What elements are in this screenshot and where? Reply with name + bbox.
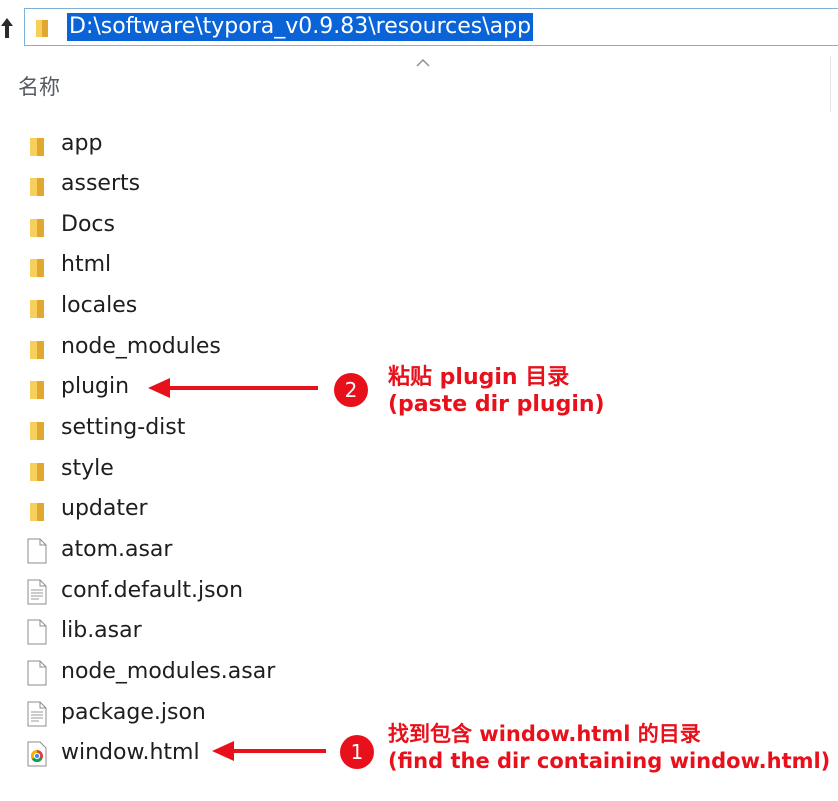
folder-icon (30, 178, 44, 196)
step-badge-1: 1 (340, 735, 374, 769)
list-item[interactable]: style (0, 449, 300, 489)
folder-icon (30, 341, 44, 359)
list-item[interactable]: updater (0, 489, 300, 529)
list-item[interactable]: asserts (0, 164, 300, 204)
folder-icon (30, 381, 44, 399)
annotation-note: 找到包含 window.html 的目录 (find the dir conta… (388, 721, 830, 775)
folder-icon (30, 138, 44, 156)
text-file-icon (27, 579, 47, 605)
blank-file-icon (27, 660, 47, 686)
annotation-arrow (212, 741, 326, 761)
file-name: style (61, 456, 114, 481)
file-name: node_modules (61, 334, 221, 359)
folder-icon (30, 219, 44, 237)
list-item[interactable]: atom.asar (0, 530, 300, 570)
folder-icon (30, 463, 44, 481)
column-header: 名称 (0, 56, 838, 112)
file-name: node_modules.asar (61, 659, 276, 684)
annotation-line-english: (find the dir containing window.html) (388, 749, 831, 773)
folder-icon (36, 20, 48, 37)
file-name: html (61, 252, 112, 277)
arrow-shaft (168, 386, 318, 390)
list-item[interactable]: lib.asar (0, 611, 300, 651)
file-name: plugin (61, 374, 130, 399)
file-name: setting-dist (61, 415, 186, 440)
file-name: package.json (61, 700, 206, 725)
list-item[interactable]: node_modules.asar (0, 652, 300, 692)
list-item[interactable]: node_modules (0, 327, 300, 367)
list-item[interactable]: conf.default.json (0, 571, 300, 611)
column-divider[interactable] (830, 56, 831, 112)
annotation-note: 粘贴 plugin 目录 (paste dir plugin) (388, 364, 605, 418)
list-item[interactable]: Docs (0, 205, 300, 245)
file-name: conf.default.json (61, 578, 244, 603)
folder-icon (30, 300, 44, 318)
arrowhead (148, 378, 170, 398)
list-item[interactable]: locales (0, 286, 300, 326)
list-item[interactable]: app (0, 124, 300, 164)
annotation-line-chinese: 找到包含 window.html 的目录 (388, 722, 701, 746)
up-arrow-icon[interactable] (0, 14, 14, 42)
address-bar-row: D:\software\typora_v0.9.83\resources\app (0, 0, 838, 56)
sort-ascending-icon (416, 59, 430, 67)
text-file-icon (27, 701, 47, 727)
file-name: app (61, 131, 103, 156)
file-name: updater (61, 496, 148, 521)
list-item[interactable]: setting-dist (0, 408, 300, 448)
file-name: window.html (61, 740, 200, 765)
list-item[interactable]: html (0, 245, 300, 285)
file-name: asserts (61, 171, 141, 196)
address-bar[interactable]: D:\software\typora_v0.9.83\resources\app (24, 8, 838, 46)
column-name-header[interactable]: 名称 (18, 71, 60, 101)
arrow-shaft (232, 749, 326, 753)
file-name: lib.asar (61, 618, 142, 643)
step-badge-2: 2 (334, 373, 368, 407)
blank-file-icon (27, 538, 47, 564)
folder-icon (30, 259, 44, 277)
annotation-line-chinese: 粘贴 plugin 目录 (388, 365, 570, 390)
file-name: atom.asar (61, 537, 173, 562)
list-item[interactable]: package.json (0, 693, 300, 733)
arrowhead (212, 741, 234, 761)
address-path-text[interactable]: D:\software\typora_v0.9.83\resources\app (67, 13, 534, 41)
blank-file-icon (27, 619, 47, 645)
folder-icon (30, 503, 44, 521)
file-name: locales (61, 293, 138, 318)
annotation-arrow (148, 378, 318, 398)
file-name: Docs (61, 212, 115, 237)
folder-icon (30, 422, 44, 440)
chrome-icon (27, 741, 47, 767)
annotation-line-english: (paste dir plugin) (388, 392, 605, 417)
